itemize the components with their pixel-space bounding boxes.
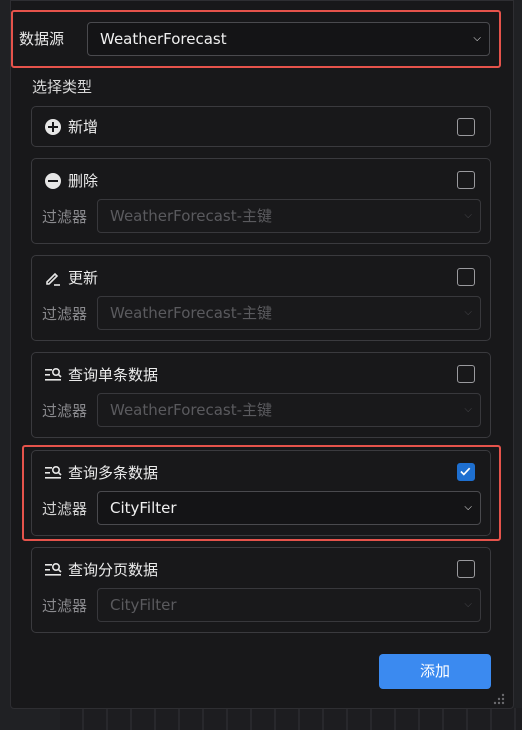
edit-pen-icon <box>46 272 60 286</box>
card-title: 新增 <box>68 118 99 136</box>
filter-select[interactable]: WeatherForecast-主键 ⌵ <box>97 296 481 330</box>
datasource-label: 数据源 <box>19 30 65 48</box>
card-title: 查询多条数据 <box>68 464 159 482</box>
filter-label: 过滤器 <box>42 305 88 323</box>
card-query-multiple: 查询多条数据 过滤器 CityFilter ⌵ <box>31 450 491 536</box>
query-multiple-checkbox[interactable] <box>457 463 475 481</box>
filter-select[interactable]: WeatherForecast-主键 ⌵ <box>97 199 481 233</box>
filter-select[interactable]: CityFilter ⌵ <box>97 491 481 525</box>
filter-value: WeatherForecast-主键 <box>110 401 273 419</box>
filter-label: 过滤器 <box>42 208 88 226</box>
query-paged-checkbox[interactable] <box>457 560 475 578</box>
background-toolbar <box>60 708 522 730</box>
filter-label: 过滤器 <box>42 597 88 615</box>
card-header: 新增 <box>44 117 98 137</box>
datasource-select[interactable]: WeatherForecast ⌵ <box>87 22 490 56</box>
section-title: 选择类型 <box>32 78 93 96</box>
chevron-down-icon: ⌵ <box>473 33 481 44</box>
minus-circle-icon <box>45 173 61 189</box>
card-header: 查询多条数据 <box>44 463 158 483</box>
plus-circle-icon <box>45 119 61 135</box>
filter-value: WeatherForecast-主键 <box>110 207 273 225</box>
card-query-paged: 查询分页数据 过滤器 CityFilter ⌵ <box>31 547 491 633</box>
chevron-down-icon: ⌵ <box>464 404 472 415</box>
card-delete: 删除 过滤器 WeatherForecast-主键 ⌵ <box>31 158 491 244</box>
filter-value: CityFilter <box>110 499 177 517</box>
filter-label: 过滤器 <box>42 500 88 518</box>
check-icon <box>460 467 471 476</box>
card-header: 删除 <box>44 171 98 191</box>
delete-checkbox[interactable] <box>457 171 475 189</box>
datasource-value: WeatherForecast <box>100 30 227 48</box>
chevron-down-icon: ⌵ <box>464 502 472 513</box>
update-checkbox[interactable] <box>457 268 475 286</box>
card-header: 查询分页数据 <box>44 560 158 580</box>
card-title: 更新 <box>68 269 99 287</box>
list-search-icon <box>45 367 62 381</box>
query-single-checkbox[interactable] <box>457 365 475 383</box>
card-update: 更新 过滤器 WeatherForecast-主键 ⌵ <box>31 255 491 341</box>
chevron-down-icon: ⌵ <box>464 307 472 318</box>
card-header: 查询单条数据 <box>44 365 158 385</box>
list-search-icon <box>45 465 62 479</box>
card-query-single: 查询单条数据 过滤器 WeatherForecast-主键 ⌵ <box>31 352 491 438</box>
card-title: 查询分页数据 <box>68 561 159 579</box>
card-title: 删除 <box>68 172 99 190</box>
card-title: 查询单条数据 <box>68 366 159 384</box>
chevron-down-icon: ⌵ <box>464 210 472 221</box>
chevron-down-icon: ⌵ <box>464 599 472 610</box>
filter-select[interactable]: WeatherForecast-主键 ⌵ <box>97 393 481 427</box>
filter-label: 过滤器 <box>42 402 88 420</box>
filter-select[interactable]: CityFilter ⌵ <box>97 588 481 622</box>
filter-value: CityFilter <box>110 596 177 614</box>
filter-value: WeatherForecast-主键 <box>110 304 273 322</box>
create-checkbox[interactable] <box>457 118 475 136</box>
add-button[interactable]: 添加 <box>379 654 491 689</box>
list-search-icon <box>45 562 62 576</box>
card-create: 新增 <box>31 106 491 147</box>
card-header: 更新 <box>44 268 98 288</box>
resize-grip-icon[interactable] <box>492 692 506 706</box>
